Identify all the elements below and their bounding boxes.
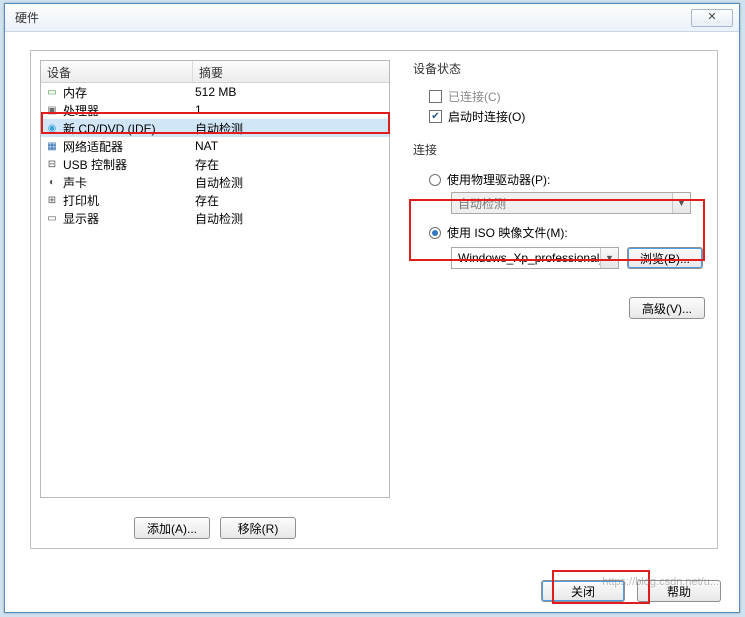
checkbox-icon [429,90,442,103]
hardware-dialog: 硬件 ✕ 设备 摘要 ▭ 内存 512 MB ▣ 处理器 1 ◉ 新 CD/DVD (IDE)… [4,3,740,613]
device-row[interactable]: ▣ 处理器 1 [41,101,389,119]
window-close-button[interactable]: ✕ [691,9,733,27]
iso-file-label: 使用 ISO 映像文件(M): [447,224,568,241]
usb-icon: ⊟ [45,157,59,171]
device-row[interactable]: ⊟ USB 控制器 存在 [41,155,389,173]
connected-checkbox[interactable]: 已连接(C) [429,88,705,105]
device-summary: 自动检测 [195,210,389,227]
disc-icon: ◉ [45,121,59,135]
device-list-panel: 设备 摘要 ▭内存512 MB▣处理器1◉新 CD/DVD (IDE)自动检测▦… [40,60,390,498]
memory-icon: ▭ [45,85,59,99]
device-row[interactable]: ◐ 声卡 自动检测 [41,173,389,191]
checkbox-icon: ✔ [429,110,442,123]
close-button[interactable]: 关闭 [541,580,625,602]
radio-icon [429,227,441,239]
iso-file-value: Windows_Xp_professional_v [452,251,600,265]
device-row[interactable]: ◉ 新 CD/DVD (IDE) 自动检测 [41,119,389,137]
connection-label: 连接 [413,141,705,158]
device-name: 声卡 [63,174,87,191]
advanced-button[interactable]: 高级(V)... [629,297,705,319]
device-summary: 1 [195,103,389,117]
iso-file-combo[interactable]: Windows_Xp_professional_v ▼ [451,247,619,269]
device-buttons: 添加(A)... 移除(R) [40,517,390,539]
device-status-group: 已连接(C) ✔ 启动时连接(O) [411,83,705,125]
column-device[interactable]: 设备 [41,61,193,82]
device-name: 内存 [63,84,87,101]
device-name: 新 CD/DVD (IDE) [63,120,156,137]
device-summary: 存在 [195,192,389,209]
connect-on-start-label: 启动时连接(O) [448,108,525,125]
network-icon: ▦ [45,139,59,153]
settings-pane: 设备状态 已连接(C) ✔ 启动时连接(O) 连接 使用物理驱动器( [411,60,705,319]
device-name: 显示器 [63,210,99,227]
connection-group: 使用物理驱动器(P): 自动检测 ▼ 使用 ISO 映像文件(M): [411,164,705,269]
device-row[interactable]: ▦ 网络适配器 NAT [41,137,389,155]
cpu-icon: ▣ [45,103,59,117]
sound-icon: ◐ [45,175,59,189]
display-icon: ▭ [45,211,59,225]
dialog-footer: 关闭 帮助 [541,580,721,602]
titlebar: 硬件 ✕ [5,4,739,32]
device-list-header: 设备 摘要 [41,61,389,83]
column-summary[interactable]: 摘要 [193,61,389,82]
device-row[interactable]: ⊞ 打印机 存在 [41,191,389,209]
chevron-down-icon: ▼ [672,193,690,213]
device-status-label: 设备状态 [413,60,705,77]
help-button[interactable]: 帮助 [637,580,721,602]
chevron-down-icon: ▼ [600,248,618,268]
device-summary: 自动检测 [195,174,389,191]
device-name: 处理器 [63,102,99,119]
device-summary: 存在 [195,156,389,173]
remove-device-button[interactable]: 移除(R) [220,517,296,539]
radio-icon [429,174,441,186]
device-row[interactable]: ▭ 显示器 自动检测 [41,209,389,227]
physical-drive-radio[interactable]: 使用物理驱动器(P): [429,171,705,188]
physical-drive-combo[interactable]: 自动检测 ▼ [451,192,691,214]
connected-label: 已连接(C) [448,88,501,105]
device-summary: 512 MB [195,85,389,99]
device-summary: 自动检测 [195,120,389,137]
printer-icon: ⊞ [45,193,59,207]
physical-drive-label: 使用物理驱动器(P): [447,171,550,188]
device-summary: NAT [195,139,389,153]
browse-button[interactable]: 浏览(B)... [627,247,703,269]
device-rows: ▭ 内存 512 MB ▣ 处理器 1 ◉ 新 CD/DVD (IDE) 自动检测 ▦ 网络适配器 N… [41,83,389,227]
window-title: 硬件 [15,9,691,26]
device-name: 网络适配器 [63,138,123,155]
physical-drive-value: 自动检测 [452,195,672,212]
add-device-button[interactable]: 添加(A)... [134,517,210,539]
content-area: 设备 摘要 ▭内存512 MB▣处理器1◉新 CD/DVD (IDE)自动检测▦… [15,38,729,564]
device-name: 打印机 [63,192,99,209]
device-name: USB 控制器 [63,156,127,173]
iso-file-radio[interactable]: 使用 ISO 映像文件(M): [429,224,705,241]
connect-on-start-checkbox[interactable]: ✔ 启动时连接(O) [429,108,705,125]
device-row[interactable]: ▭ 内存 512 MB [41,83,389,101]
inner-frame: 设备 摘要 ▭内存512 MB▣处理器1◉新 CD/DVD (IDE)自动检测▦… [30,50,718,549]
